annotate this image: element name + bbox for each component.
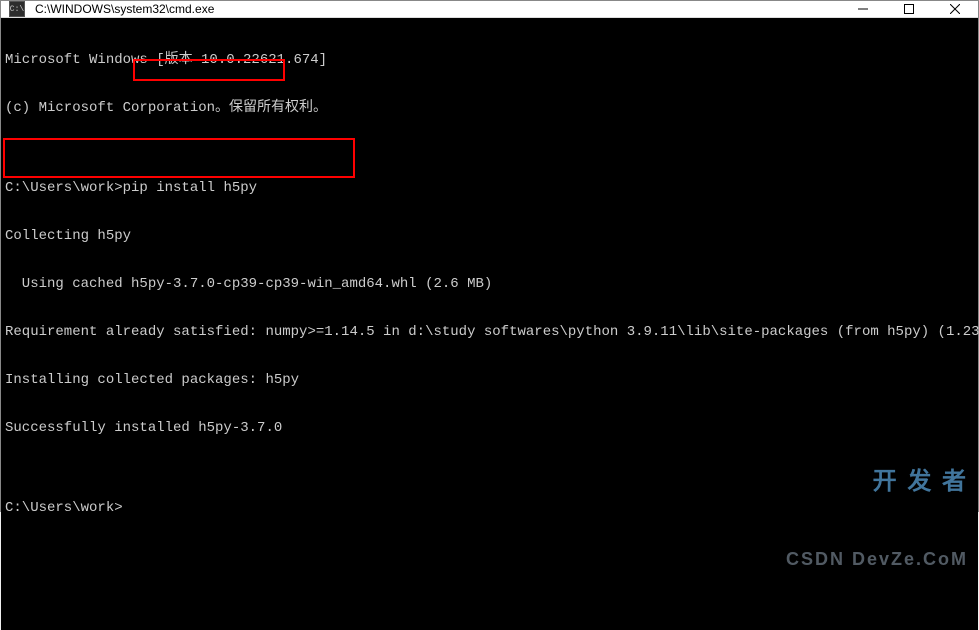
close-button[interactable]: [932, 1, 978, 17]
maximize-button[interactable]: [886, 1, 932, 17]
output-line: Collecting h5py: [5, 228, 974, 244]
output-line: Microsoft Windows [版本 10.0.22621.674]: [5, 52, 974, 68]
output-line: Requirement already satisfied: numpy>=1.…: [5, 324, 974, 340]
prompt-line: C:\Users\work>: [5, 500, 974, 516]
close-icon: [950, 4, 960, 14]
prompt: C:\Users\work>: [5, 180, 123, 196]
watermark: 开 发 者 CSDN DevZe.CoM: [786, 414, 968, 624]
minimize-icon: [858, 4, 868, 14]
output-line: (c) Microsoft Corporation。保留所有权利。: [5, 100, 974, 116]
cmd-window: C:\ C:\WINDOWS\system32\cmd.exe Microsof…: [0, 0, 979, 512]
window-title: C:\WINDOWS\system32\cmd.exe: [33, 2, 840, 16]
maximize-icon: [904, 4, 914, 14]
output-line: Using cached h5py-3.7.0-cp39-cp39-win_am…: [5, 276, 974, 292]
highlight-box-result: [3, 138, 355, 178]
watermark-line2: CSDN DevZe.CoM: [786, 550, 968, 568]
cmd-icon: C:\: [9, 1, 25, 17]
prompt-line: C:\Users\work>pip install h5py: [5, 180, 974, 196]
terminal-area[interactable]: Microsoft Windows [版本 10.0.22621.674] (c…: [1, 18, 978, 630]
watermark-line1: 开 发 者: [786, 470, 968, 494]
minimize-button[interactable]: [840, 1, 886, 17]
output-line: Successfully installed h5py-3.7.0: [5, 420, 974, 436]
titlebar[interactable]: C:\ C:\WINDOWS\system32\cmd.exe: [1, 1, 978, 18]
output-line: Installing collected packages: h5py: [5, 372, 974, 388]
window-controls: [840, 1, 978, 17]
command-text: pip install h5py: [123, 180, 257, 196]
